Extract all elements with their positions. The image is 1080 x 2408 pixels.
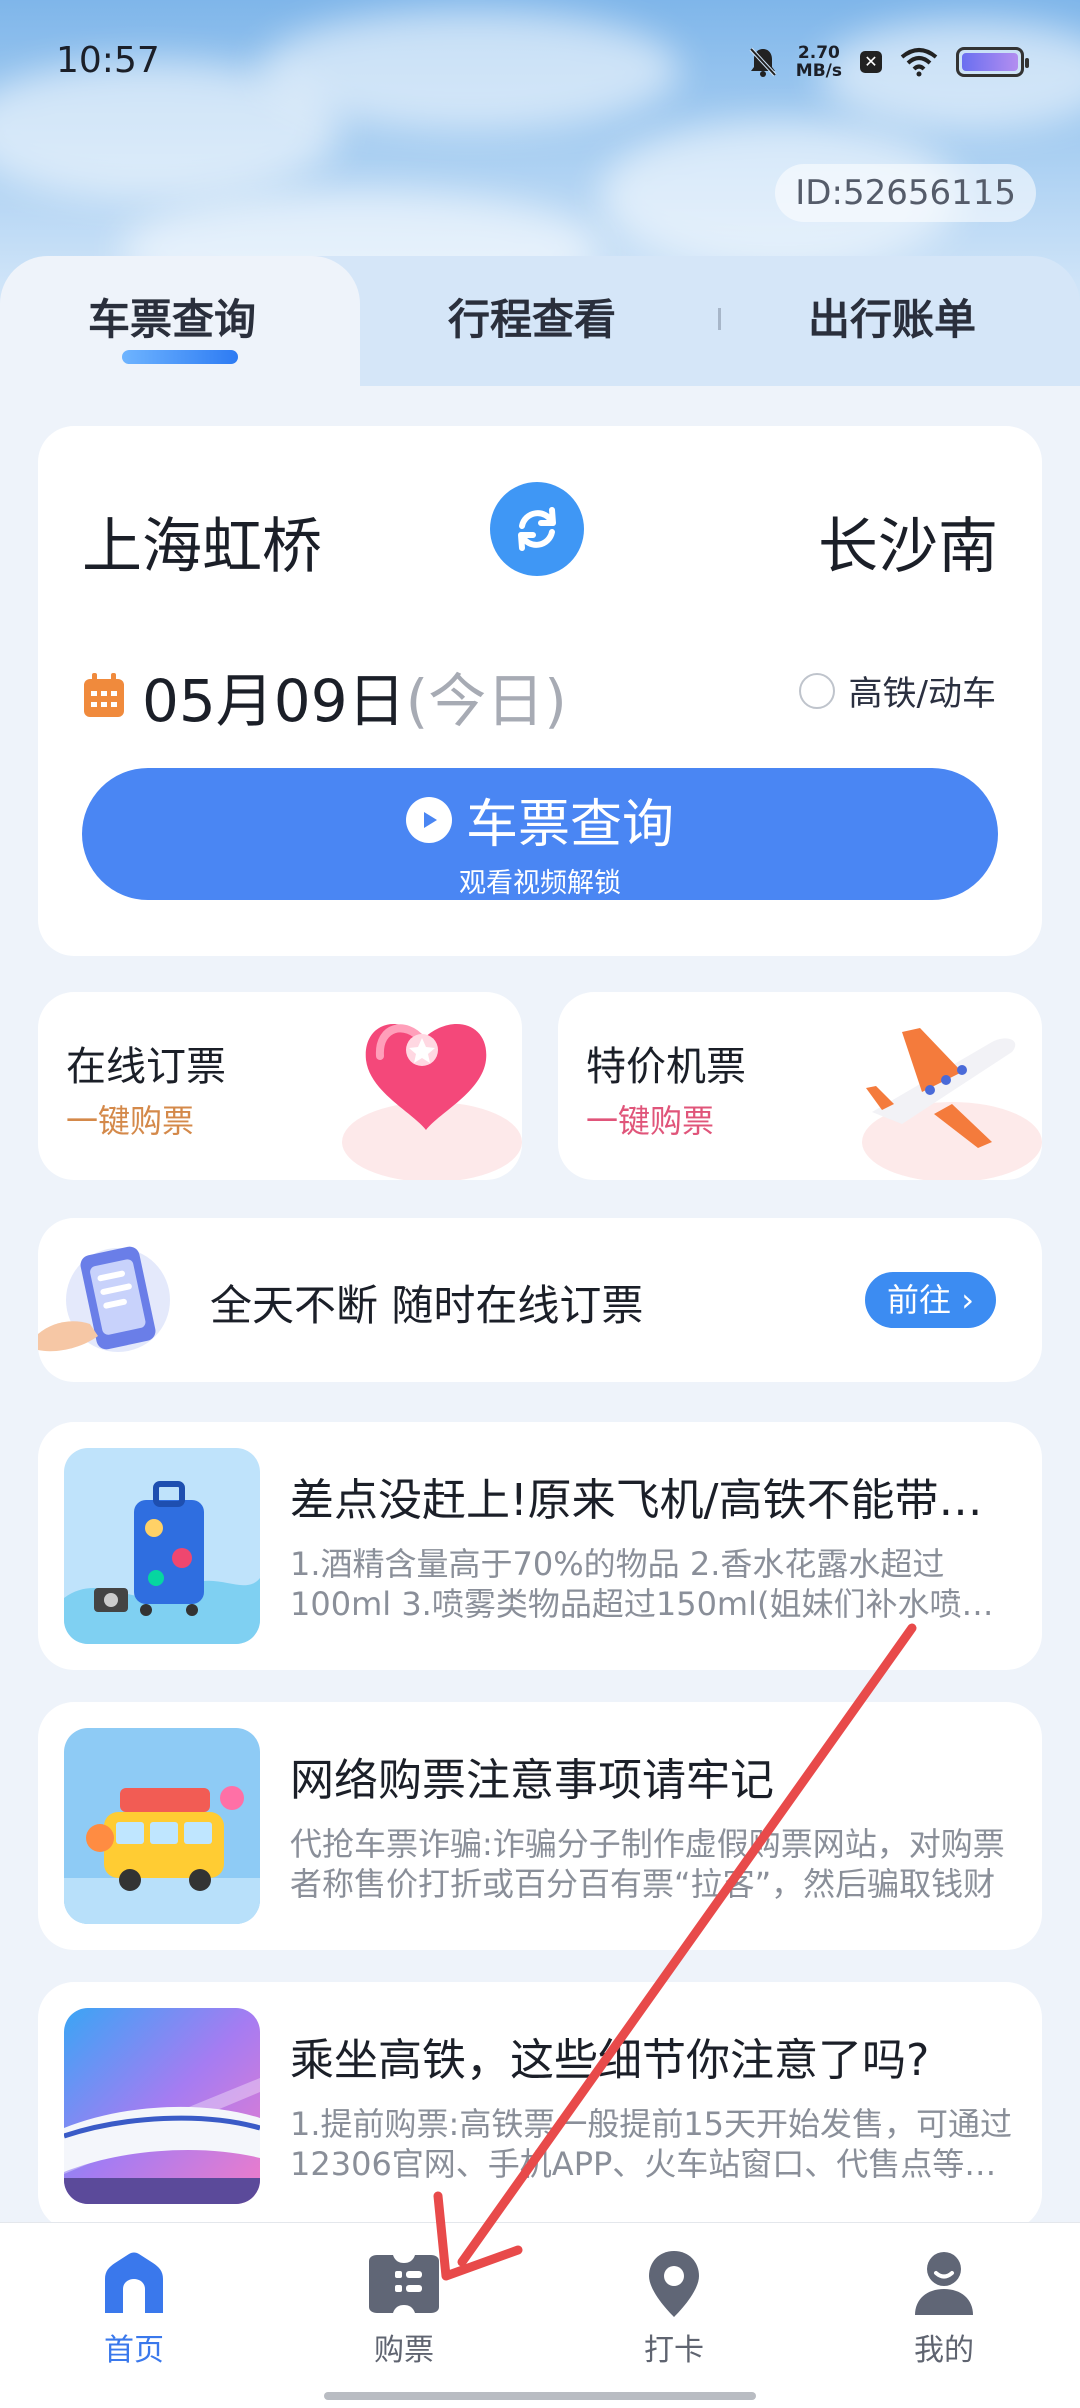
tab-active-indicator: [122, 350, 238, 364]
article-card[interactable]: 乘坐高铁，这些细节你注意了吗? 1.提前购票:高铁票一般提前15天开始发售，可通…: [38, 1982, 1042, 2230]
ticket-icon: [369, 2255, 439, 2313]
high-speed-label: 高铁/动车: [848, 674, 996, 714]
search-button-sublabel: 观看视频解锁: [459, 868, 621, 899]
article-title: 网络购票注意事项请牢记: [290, 1755, 774, 1806]
calendar-icon: [84, 673, 124, 717]
travel-date: 05月09日: [142, 667, 406, 735]
article-description: 代抢车票诈骗:诈骗分子制作虚假购票网站，对购票者称售价打折或百分百有票“拉客”，…: [290, 1825, 1005, 1903]
search-button-label: 车票查询: [465, 795, 674, 855]
profile-icon: [915, 2252, 973, 2315]
tab-travel-bill[interactable]: 出行账单: [808, 286, 976, 347]
promo-cheap-flights[interactable]: 特价机票 一键购票: [558, 992, 1042, 1180]
swap-stations-button[interactable]: [490, 482, 584, 576]
article-title: 差点没赶上!原来飞机/高铁不能带这些东西: [290, 1475, 1018, 1526]
banner-text: 全天不断 随时在线订票: [210, 1281, 644, 1330]
location-pin-icon: [649, 2251, 699, 2317]
goto-button-label: 前往: [887, 1281, 952, 1319]
nav-label: 首页: [104, 2333, 164, 2368]
home-icon: [105, 2252, 163, 2313]
promo-subtitle: 一键购票: [66, 1102, 195, 1140]
status-time: 10:57: [56, 40, 160, 81]
status-bar: 10:57 2.70 MB/s ✕: [0, 0, 1080, 120]
article-title: 乘坐高铁，这些细节你注意了吗?: [290, 2035, 930, 2086]
nav-home[interactable]: 首页: [34, 2249, 234, 2369]
date-selector[interactable]: 05月09日 (今日): [82, 654, 567, 738]
from-station[interactable]: 上海虹桥: [82, 498, 322, 585]
today-label: (今日): [405, 667, 567, 735]
nav-label: 打卡: [644, 2333, 704, 2368]
article-description: 1.提前购票:高铁票一般提前15天开始发售，可通过12306官网、手机APP、火…: [290, 2105, 1013, 2183]
airplane-illustration-icon: [862, 1028, 1042, 1180]
search-tickets-button[interactable]: 车票查询 观看视频解锁: [82, 768, 998, 900]
network-speed: 2.70 MB/s: [795, 43, 842, 81]
mute-bell-icon: [749, 47, 777, 77]
ticket-query-card: 上海虹桥 长沙南 05月09日 (今日) 高铁/动车 车票查询 观看视频解锁: [38, 426, 1042, 956]
play-icon: [405, 796, 452, 843]
notification-box-icon: ✕: [860, 51, 882, 73]
home-indicator: [324, 2392, 756, 2400]
heart-bag-illustration-icon: [342, 1023, 522, 1180]
nav-label: 购票: [374, 2333, 434, 2368]
article-card[interactable]: 差点没赶上!原来飞机/高铁不能带这些东西 1.酒精含量高于70%的物品 2.香水…: [38, 1422, 1042, 1670]
wifi-icon: [900, 48, 938, 77]
user-id-badge: ID:52656115: [775, 164, 1036, 222]
tab-trip-view[interactable]: 行程查看: [448, 286, 616, 347]
tab-ticket-query[interactable]: 车票查询: [88, 286, 256, 347]
article-card[interactable]: 网络购票注意事项请牢记 代抢车票诈骗:诈骗分子制作虚假购票网站，对购票者称售价打…: [38, 1702, 1042, 1950]
high-speed-radio[interactable]: [798, 672, 835, 709]
booking-banner[interactable]: 全天不断 随时在线订票 前往 ›: [38, 1218, 1042, 1382]
battery-icon: [956, 47, 1029, 77]
article-thumbnail-luggage: [64, 1448, 260, 1644]
article-thumbnail-train: [64, 2008, 260, 2204]
goto-button[interactable]: 前往 ›: [865, 1272, 996, 1328]
promo-subtitle: 一键购票: [586, 1102, 715, 1140]
promo-title: 在线订票: [66, 1044, 226, 1090]
status-icons: 2.70 MB/s ✕: [748, 42, 1029, 82]
swap-arrows-icon: [518, 507, 556, 551]
article-thumbnail-bus: [64, 1728, 260, 1924]
nav-label: 我的: [914, 2333, 974, 2368]
tab-divider: [718, 308, 721, 330]
promo-online-booking[interactable]: 在线订票 一键购票: [38, 992, 522, 1180]
high-speed-filter[interactable]: 高铁/动车: [798, 666, 996, 715]
bottom-navigation: 首页 购票 打卡 我的: [0, 2222, 1080, 2408]
nav-buy-ticket[interactable]: 购票: [304, 2249, 504, 2369]
tab-bar: 车票查询 行程查看 出行账单: [0, 256, 1080, 386]
article-description: 1.酒精含量高于70%的物品 2.香水花露水超过100ml 3.喷雾类物品超过1…: [290, 1545, 994, 1623]
nav-profile[interactable]: 我的: [844, 2249, 1044, 2369]
promo-title: 特价机票: [586, 1044, 746, 1090]
phone-booking-illustration-icon: [38, 1246, 170, 1352]
nav-check-in[interactable]: 打卡: [574, 2249, 774, 2369]
chevron-right-icon: ›: [961, 1281, 974, 1319]
to-station[interactable]: 长沙南: [818, 498, 998, 585]
